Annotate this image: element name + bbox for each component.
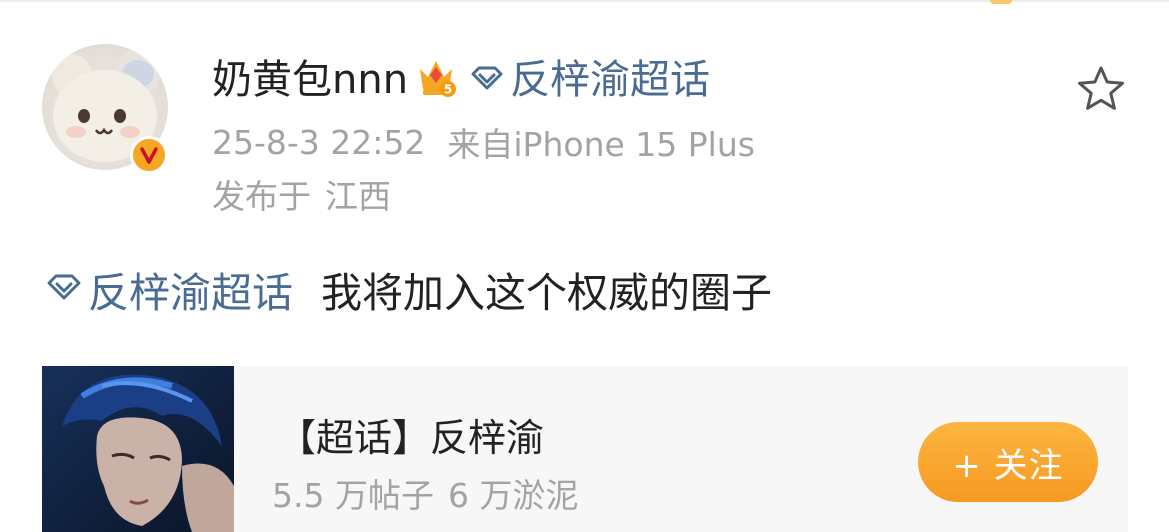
member-level: 5 (444, 83, 452, 97)
location-value: 江西 (325, 177, 391, 216)
post-timestamp: 25-8-3 22:52 (212, 122, 426, 162)
location-label: 发布于 (212, 177, 311, 216)
post-topic-gem-icon (46, 273, 82, 305)
topic-link[interactable]: 反梓渝超话 (510, 52, 710, 108)
star-outline-icon (1078, 66, 1124, 110)
post-body-text: 我将加入这个权威的圈子 (321, 269, 772, 317)
post-topic-link[interactable]: 反梓渝超话 (88, 259, 293, 319)
post-meta: 25-8-3 22:52 来自iPhone 15 Plus (212, 118, 755, 166)
top-notification-dot (990, 0, 1012, 4)
post-content: 反梓渝超话 我将加入这个权威的圈子 (46, 260, 772, 318)
author-name[interactable]: 奶黄包nnn (212, 52, 408, 108)
topic-cover-image (42, 366, 234, 532)
verified-v-icon (140, 147, 158, 164)
topic-mud-count: 6 万淤泥 (447, 476, 579, 515)
verified-badge (130, 136, 168, 174)
topic-gem-icon (470, 65, 504, 95)
member-crown-icon[interactable]: 5 (416, 57, 457, 103)
topic-posts-count: 5.5 万帖子 (272, 476, 434, 515)
post-source: 来自iPhone 15 Plus (447, 125, 755, 164)
follow-button[interactable]: + 关注 (918, 422, 1098, 502)
topic-card[interactable]: 【超话】反梓渝 5.5 万帖子 6 万淤泥 + 关注 (42, 366, 1128, 532)
topic-card-stats: 5.5 万帖子 6 万淤泥 (272, 474, 578, 518)
favorite-button[interactable] (1074, 62, 1128, 116)
post-location: 发布于 江西 (212, 170, 391, 218)
topic-card-title[interactable]: 【超话】反梓渝 (278, 414, 544, 462)
author-row: 奶黄包nnn 5 反梓渝超话 (212, 52, 710, 108)
author-avatar[interactable] (42, 44, 168, 174)
